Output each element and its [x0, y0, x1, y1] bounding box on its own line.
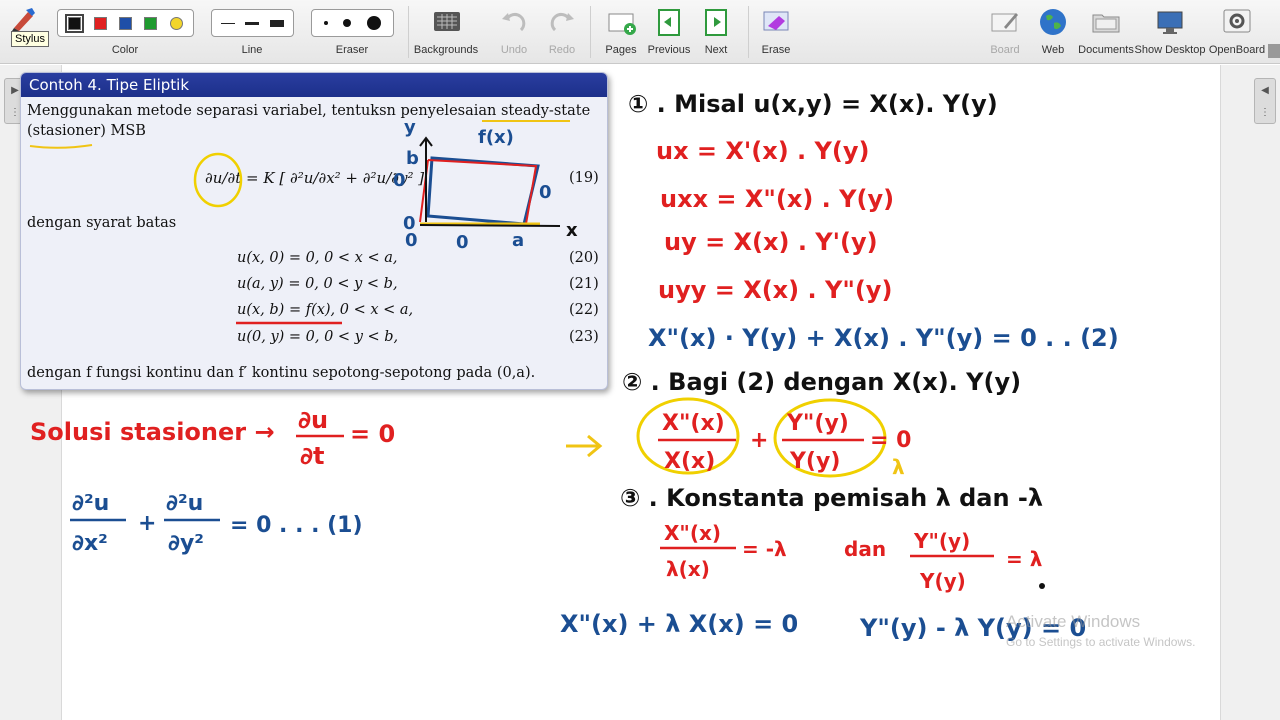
color-black-swatch[interactable]	[65, 13, 85, 33]
line-thin-option[interactable]	[221, 22, 236, 24]
equation-number-20: (20)	[569, 250, 599, 266]
backgrounds-label: Backgrounds	[413, 44, 479, 56]
board-label: Board	[990, 44, 1020, 56]
line-medium-option[interactable]	[245, 21, 260, 25]
condition-23: u(0, y) = 0, 0 < y < b,	[237, 329, 399, 345]
watermark-subtitle: Go to Settings to activate Windows.	[1006, 635, 1196, 649]
web-globe-icon[interactable]	[1038, 7, 1068, 37]
slide-footer: dengan f fungsi kontinu dan f′ kontinu s…	[27, 365, 536, 381]
openboard-settings-icon[interactable]	[1222, 7, 1252, 37]
redo-icon[interactable]	[547, 7, 577, 37]
condition-20: u(x, 0) = 0, 0 < x < a,	[237, 250, 398, 266]
color-red-swatch[interactable]	[93, 16, 107, 30]
previous-page-icon[interactable]	[654, 7, 684, 37]
watermark-title: Activate Windows	[1006, 612, 1141, 631]
show-desktop-label: Show Desktop	[1134, 44, 1206, 56]
stylus-icon[interactable]	[8, 6, 38, 32]
documents-label: Documents	[1078, 44, 1134, 56]
openboard-label: OpenBoard	[1208, 44, 1266, 56]
erase-icon[interactable]	[761, 7, 791, 37]
stylus-tooltip: Stylus	[11, 31, 49, 47]
grip-icon: ⋮	[1260, 106, 1270, 118]
web-label: Web	[1041, 44, 1065, 56]
condition-22: u(x, b) = f(x), 0 < x < a,	[237, 302, 414, 318]
next-page-icon[interactable]	[701, 7, 731, 37]
color-yellow-swatch[interactable]	[169, 16, 183, 30]
documents-folder-icon[interactable]	[1091, 7, 1121, 37]
equation-number-23: (23)	[569, 329, 599, 345]
boundary-label: dengan syarat batas	[27, 215, 177, 231]
color-blue-swatch[interactable]	[118, 16, 132, 30]
right-side-panel	[1220, 65, 1280, 720]
pages-icon[interactable]	[606, 7, 636, 37]
equation-number-21: (21)	[569, 276, 599, 292]
next-label: Next	[704, 44, 728, 56]
color-palette	[57, 9, 194, 37]
slide-intro-line1: Menggunakan metode separasi variabel, te…	[27, 103, 591, 119]
main-pde-equation: ∂u/∂t = K [ ∂²u/∂x² + ∂²u/∂y² ]	[205, 169, 425, 187]
line-thick-option[interactable]	[269, 19, 284, 27]
grip-icon: ⋮	[10, 106, 20, 118]
equation-number-22: (22)	[569, 302, 599, 318]
show-desktop-icon[interactable]	[1155, 7, 1185, 37]
condition-21: u(a, y) = 0, 0 < y < b,	[237, 276, 398, 292]
right-panel-toggle[interactable]: ◀ ⋮	[1254, 78, 1276, 124]
toolbar-scroll-handle[interactable]	[1268, 44, 1280, 58]
backgrounds-icon[interactable]	[432, 7, 462, 37]
color-green-swatch[interactable]	[144, 16, 158, 30]
equation-number-19: (19)	[569, 170, 599, 186]
eraser-medium-option[interactable]	[343, 19, 352, 27]
arrow-right-icon: ▶	[11, 84, 19, 96]
eraser-small-option[interactable]	[323, 21, 328, 25]
slide-intro-line2: (stasioner) MSB	[27, 123, 146, 139]
pages-label: Pages	[605, 44, 637, 56]
eraser-large-option[interactable]	[367, 16, 382, 30]
eraser-size-group	[311, 9, 394, 37]
arrow-left-icon: ◀	[1261, 84, 1269, 96]
eraser-label: Eraser	[335, 44, 369, 56]
main-toolbar: Stylus Color Line Eraser Backgrounds Und…	[0, 0, 1280, 64]
activate-windows-watermark: Activate Windows Go to Settings to activ…	[1006, 612, 1195, 649]
line-width-group	[211, 9, 294, 37]
line-label: Line	[241, 44, 263, 56]
color-label: Color	[111, 44, 139, 56]
undo-icon[interactable]	[499, 7, 529, 37]
redo-label: Redo	[548, 44, 576, 56]
undo-label: Undo	[500, 44, 528, 56]
erase-label: Erase	[761, 44, 791, 56]
example-slide: Contoh 4. Tipe Eliptik Menggunakan metod…	[20, 72, 608, 390]
previous-label: Previous	[647, 44, 691, 56]
slide-title: Contoh 4. Tipe Eliptik	[21, 73, 607, 97]
board-icon[interactable]	[990, 7, 1020, 37]
